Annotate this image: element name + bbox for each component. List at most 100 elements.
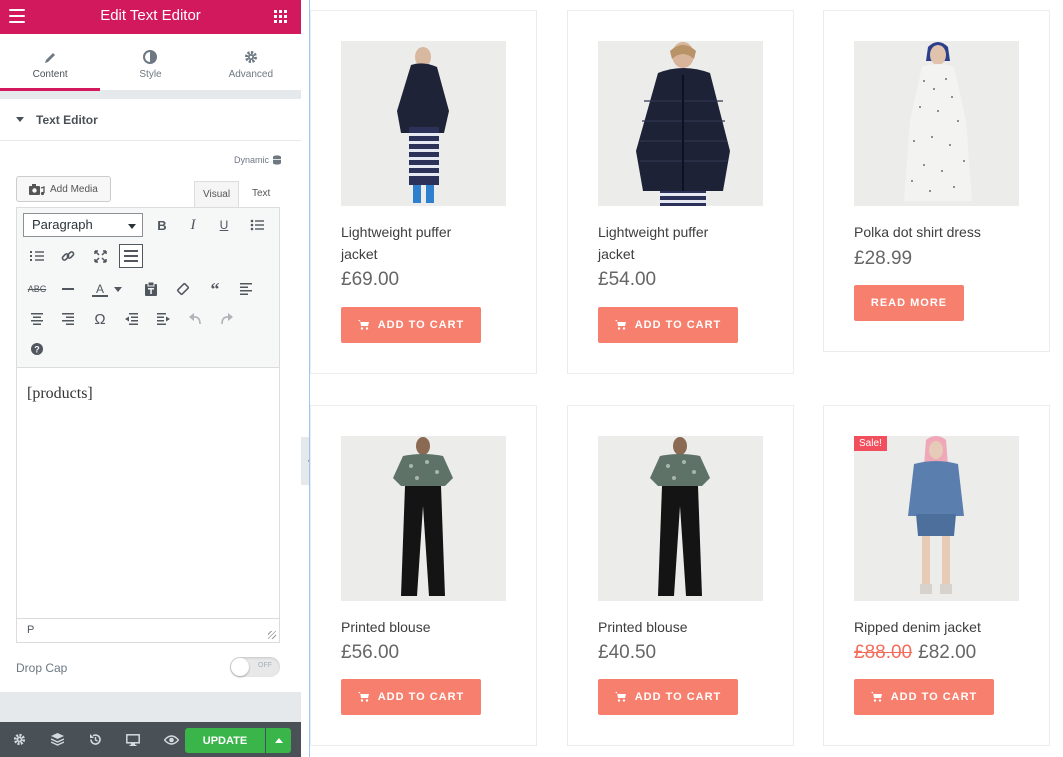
editor-status-bar: P — [17, 618, 279, 642]
add-to-cart-button[interactable]: ADD TO CART — [341, 679, 481, 715]
update-button[interactable]: UPDATE — [185, 728, 265, 753]
sale-price: £82.00 — [918, 642, 977, 663]
widgets-grid-icon[interactable] — [274, 10, 287, 23]
tab-style-label: Style — [139, 69, 162, 80]
product-name[interactable]: Lightweight puffer jacket — [341, 221, 491, 265]
format-select[interactable]: Paragraph — [23, 213, 143, 237]
camera-music-icon — [29, 183, 45, 195]
text-color-icon[interactable]: A — [88, 277, 112, 301]
product-card: Polka dot shirt dress £28.99 READ MORE — [823, 10, 1050, 352]
product-card: Lightweight puffer jacket £54.00 ADD TO … — [567, 10, 794, 374]
product-image-puffer-jacket[interactable] — [598, 41, 763, 206]
panel-header: Edit Text Editor — [0, 0, 301, 34]
strikethrough-icon[interactable]: ABC — [25, 277, 49, 301]
section-body: Dynamic Add Media Visual Text Paragraph … — [0, 141, 301, 692]
add-to-cart-button[interactable]: ADD TO CART — [598, 307, 738, 343]
editor-toolbar: Paragraph B I U ABC A “ Ω ? — [17, 208, 279, 368]
add-to-cart-label: ADD TO CART — [890, 691, 978, 703]
tab-content[interactable]: Content — [0, 34, 101, 91]
fullscreen-icon[interactable] — [88, 244, 112, 268]
read-more-label: READ MORE — [870, 297, 948, 309]
underline-icon[interactable]: U — [212, 213, 236, 237]
svg-text:?: ? — [34, 344, 40, 354]
update-options-button[interactable] — [266, 728, 291, 753]
element-path[interactable]: P — [27, 624, 34, 636]
align-center-icon[interactable] — [25, 307, 49, 331]
redo-icon[interactable] — [214, 307, 238, 331]
add-to-cart-label: ADD TO CART — [377, 691, 465, 703]
product-name[interactable]: Printed blouse — [341, 616, 491, 638]
add-to-cart-button[interactable]: ADD TO CART — [854, 679, 994, 715]
section-text-editor-toggle[interactable]: Text Editor — [0, 99, 301, 141]
tab-text[interactable]: Text — [244, 181, 280, 207]
product-price: £28.99 — [854, 248, 913, 269]
settings-gear-icon[interactable] — [0, 722, 38, 757]
product-name[interactable]: Lightweight puffer jacket — [598, 221, 748, 265]
dynamic-label: Dynamic — [233, 155, 269, 165]
add-media-button[interactable]: Add Media — [16, 176, 111, 202]
product-name[interactable]: Polka dot shirt dress — [854, 221, 1004, 243]
caret-up-icon — [274, 738, 283, 743]
paste-text-icon[interactable] — [139, 277, 163, 301]
indent-icon[interactable] — [151, 307, 175, 331]
cart-icon — [357, 320, 369, 330]
navigator-layers-icon[interactable] — [38, 722, 76, 757]
numbered-list-icon[interactable] — [25, 244, 49, 268]
add-media-label: Add Media — [50, 183, 98, 195]
product-price: £54.00 — [598, 269, 657, 290]
product-image-puffer-jacket[interactable] — [341, 41, 506, 206]
link-icon[interactable] — [56, 244, 80, 268]
align-left-icon[interactable] — [234, 277, 258, 301]
panel-footer: UPDATE — [0, 722, 301, 757]
eraser-icon[interactable] — [171, 277, 195, 301]
cart-icon — [614, 320, 626, 330]
panel-tabs: Content Style Advanced — [0, 34, 301, 91]
help-icon[interactable]: ? — [25, 337, 49, 361]
product-card: Printed blouse £56.00 ADD TO CART — [310, 405, 537, 746]
product-card: Printed blouse £40.50 ADD TO CART — [567, 405, 794, 746]
caret-down-icon — [16, 117, 24, 122]
tab-content-label: Content — [32, 69, 68, 80]
horizontal-line-icon[interactable] — [56, 277, 80, 301]
product-image-printed-blouse[interactable] — [341, 436, 506, 601]
read-more-button[interactable]: READ MORE — [854, 285, 964, 321]
add-to-cart-button[interactable]: ADD TO CART — [598, 679, 738, 715]
italic-icon[interactable]: I — [181, 213, 205, 237]
product-price: £69.00 — [341, 269, 400, 290]
bold-icon[interactable]: B — [150, 213, 174, 237]
section-title: Text Editor — [36, 113, 98, 127]
product-image-polka-dress[interactable] — [854, 41, 1019, 206]
product-name[interactable]: Printed blouse — [598, 616, 748, 638]
align-right-icon[interactable] — [56, 307, 80, 331]
editor-panel: Edit Text Editor Content Style Advanced … — [0, 0, 301, 757]
outdent-icon[interactable] — [119, 307, 143, 331]
add-to-cart-label: ADD TO CART — [634, 691, 722, 703]
add-to-cart-label: ADD TO CART — [634, 319, 722, 331]
bullet-list-icon[interactable] — [245, 213, 269, 237]
resize-handle-icon[interactable] — [268, 631, 276, 639]
add-to-cart-button[interactable]: ADD TO CART — [341, 307, 481, 343]
responsive-desktop-icon[interactable] — [114, 722, 152, 757]
history-icon[interactable] — [76, 722, 114, 757]
tab-style[interactable]: Style — [100, 34, 200, 90]
special-character-icon[interactable]: Ω — [88, 307, 112, 331]
editor-content[interactable]: [products] — [17, 369, 279, 619]
product-card: Sale! Ripped denim jacket £88.00 £82.00 A… — [823, 405, 1050, 746]
chevron-down-icon[interactable] — [111, 277, 125, 301]
tab-visual[interactable]: Visual — [194, 181, 239, 207]
cart-icon — [614, 692, 626, 702]
gear-icon — [201, 49, 301, 65]
blockquote-icon[interactable]: “ — [203, 277, 227, 301]
sale-badge: Sale! — [854, 436, 887, 451]
product-image-printed-blouse[interactable] — [598, 436, 763, 601]
product-price: £88.00 £82.00 — [854, 642, 976, 664]
toggle-knob — [231, 658, 249, 676]
product-name[interactable]: Ripped denim jacket — [854, 616, 1004, 638]
product-price: £40.50 — [598, 642, 657, 663]
undo-icon[interactable] — [183, 307, 207, 331]
drop-cap-toggle[interactable]: OFF — [230, 657, 280, 677]
tab-advanced[interactable]: Advanced — [201, 34, 301, 90]
dynamic-tags-button[interactable]: Dynamic — [234, 155, 281, 165]
toolbar-toggle-icon[interactable] — [119, 244, 143, 268]
product-image-denim-jacket[interactable]: Sale! — [854, 436, 1019, 601]
